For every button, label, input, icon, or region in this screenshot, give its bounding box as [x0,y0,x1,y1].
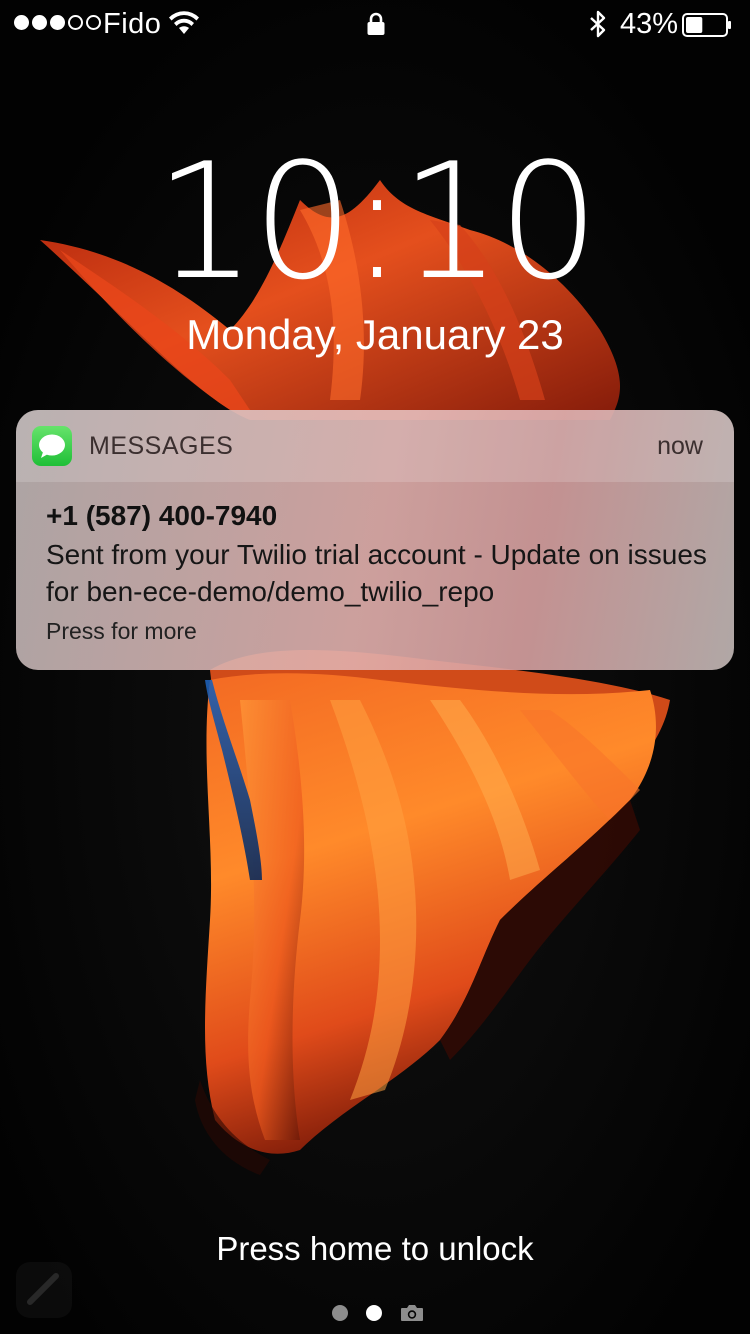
battery-level-fill [686,17,703,33]
wifi-icon [169,11,199,34]
message-notification[interactable]: MESSAGES now +1 (587) 400-7940 Sent from… [16,410,734,670]
lock-icon [367,12,385,35]
lock-screen: Fido 43% 10:10 Monday, January 23 MESSAG… [0,0,750,1334]
signal-dot [32,15,47,30]
bluetooth-icon [590,10,606,38]
lock-screen-time: 10:10 [154,128,599,315]
notification-sender: +1 (587) 400-7940 [46,500,278,531]
camera-icon[interactable] [400,1303,424,1322]
page-dot-2[interactable] [366,1304,382,1321]
press-home-to-unlock: Press home to unlock [216,1230,534,1267]
notification-press-hint: Press for more [46,618,197,644]
notification-body: Sent from your Twilio trial account - Up… [46,539,707,607]
status-bar: Fido 43% [0,0,750,50]
notification-time: now [657,432,703,460]
page-indicator [332,1303,424,1322]
lock-screen-date: Monday, January 23 [186,311,564,358]
signal-strength [14,15,101,30]
signal-dot [68,15,83,30]
flashlight-icon[interactable] [16,1262,72,1318]
signal-dot [50,15,65,30]
signal-dot [14,15,29,30]
notification-app-name: MESSAGES [89,432,234,460]
carrier-name: Fido [103,8,162,40]
notification-header: MESSAGES now [16,410,734,482]
battery-percent: 43% [620,8,679,40]
messages-bubble-icon [32,426,72,466]
signal-dot [86,15,101,30]
battery-icon [682,13,731,37]
page-dot-1[interactable] [332,1304,348,1321]
